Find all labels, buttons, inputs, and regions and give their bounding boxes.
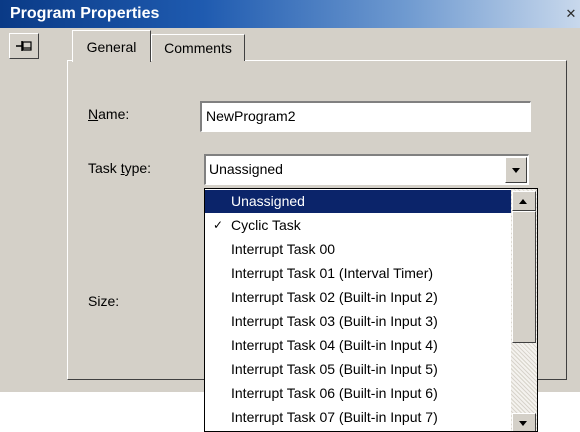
dropdown-option[interactable]: Interrupt Task 03 (Built-in Input 3) xyxy=(205,310,511,333)
dropdown-option[interactable]: Unassigned xyxy=(205,190,511,213)
task-type-dropdown-button[interactable] xyxy=(505,157,527,183)
pushpin-icon xyxy=(16,41,32,51)
dropdown-option-label: Interrupt Task 02 (Built-in Input 2) xyxy=(231,289,438,305)
dropdown-option-label: Cyclic Task xyxy=(231,217,301,233)
dropdown-option-label: Unassigned xyxy=(231,193,305,209)
checkmark-icon: ✓ xyxy=(213,218,224,232)
dropdown-option-label: Interrupt Task 05 (Built-in Input 5) xyxy=(231,361,438,377)
dropdown-option[interactable]: Interrupt Task 00 xyxy=(205,238,511,261)
tab-comments[interactable]: Comments xyxy=(151,34,245,61)
dropdown-option-label: Interrupt Task 01 (Interval Timer) xyxy=(231,265,434,281)
task-type-dropdown-list: Unassigned ✓ Cyclic Task Interrupt Task 00 I… xyxy=(204,188,538,432)
task-type-label-start: Task xyxy=(88,160,121,176)
scroll-down-button[interactable] xyxy=(512,413,536,431)
scroll-down-arrow-icon xyxy=(519,421,527,426)
tab-general-label: General xyxy=(86,39,137,55)
dropdown-option-label: Interrupt Task 06 (Built-in Input 6) xyxy=(231,385,438,401)
name-field-value: NewProgram2 xyxy=(206,108,296,124)
task-type-label-end: ype: xyxy=(124,160,152,176)
title-bar[interactable]: Program Properties ✕ xyxy=(0,0,580,28)
tab-comments-label: Comments xyxy=(164,40,232,56)
dropdown-option-label: Interrupt Task 07 (Built-in Input 7) xyxy=(231,409,438,425)
dropdown-option-label: Interrupt Task 00 xyxy=(231,241,336,257)
program-properties-window: Program Properties ✕ Comments General Na… xyxy=(0,0,580,432)
dropdown-option[interactable]: Interrupt Task 07 (Built-in Input 7) xyxy=(205,406,511,429)
size-label: Size: xyxy=(88,293,120,309)
dropdown-option-label: Interrupt Task 04 (Built-in Input 4) xyxy=(231,337,438,353)
name-field[interactable]: NewProgram2 xyxy=(200,101,531,132)
scrollbar-thumb[interactable] xyxy=(512,211,536,343)
dropdown-option[interactable]: Interrupt Task 02 (Built-in Input 2) xyxy=(205,286,511,309)
chevron-down-icon xyxy=(512,168,520,173)
task-type-label: Task type: xyxy=(88,160,151,176)
dropdown-option[interactable]: Interrupt Task 05 (Built-in Input 5) xyxy=(205,358,511,381)
window-title: Program Properties xyxy=(10,5,160,22)
name-label-mnemonic: N xyxy=(88,106,99,122)
name-label-text: ame: xyxy=(98,106,130,122)
close-icon[interactable]: ✕ xyxy=(564,6,578,22)
pin-button[interactable] xyxy=(9,33,39,59)
tab-general[interactable]: General xyxy=(72,30,151,62)
task-type-value: Unassigned xyxy=(209,161,283,177)
dropdown-option[interactable]: ✓ Cyclic Task xyxy=(205,214,511,237)
scroll-up-arrow-icon xyxy=(519,199,527,204)
dropdown-option-label: Interrupt Task 03 (Built-in Input 3) xyxy=(231,313,438,329)
name-label: Name: xyxy=(88,106,129,122)
task-type-select[interactable]: Unassigned xyxy=(204,154,529,185)
dropdown-option[interactable]: Interrupt Task 04 (Built-in Input 4) xyxy=(205,334,511,357)
dropdown-option[interactable]: Interrupt Task 06 (Built-in Input 6) xyxy=(205,382,511,405)
scroll-up-button[interactable] xyxy=(512,191,536,211)
dropdown-option[interactable]: Interrupt Task 01 (Interval Timer) xyxy=(205,262,511,285)
